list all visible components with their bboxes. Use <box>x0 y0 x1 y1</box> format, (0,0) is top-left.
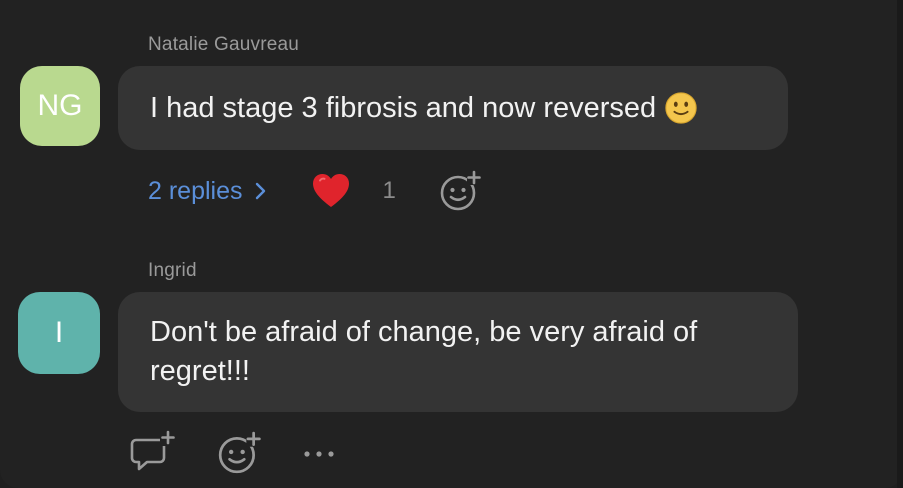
reaction-count: 1 <box>382 177 396 204</box>
avatar[interactable]: I <box>18 292 100 374</box>
message-text-line: regret!!! <box>150 355 250 387</box>
message-text: I had stage 3 fibrosis and now reversed <box>150 91 657 124</box>
message-bubble[interactable]: I had stage 3 fibrosis and now reversed <box>118 66 788 150</box>
more-options-icon[interactable] <box>302 446 336 462</box>
message-text-line: Don't be afraid of change, be very afrai… <box>150 316 698 348</box>
chevron-right-icon <box>255 182 265 200</box>
avatar-initials: NG <box>37 89 83 122</box>
avatar-initials: I <box>54 316 64 349</box>
heart-icon[interactable] <box>311 172 351 210</box>
sender-name: Ingrid <box>148 260 197 281</box>
message-bubble[interactable]: Don't be afraid of change, be very afrai… <box>118 292 798 412</box>
avatar[interactable]: NG <box>20 66 100 146</box>
replies-link[interactable]: 2 replies <box>148 177 267 206</box>
sender-name: Natalie Gauvreau <box>148 34 300 55</box>
slightly-smiling-face-icon <box>665 92 697 124</box>
message-reactions: 2 replies 1 <box>148 168 482 214</box>
scroll-edge <box>897 0 903 488</box>
add-reaction-icon[interactable] <box>438 169 482 213</box>
replies-label: 2 replies <box>148 176 243 205</box>
add-reaction-icon[interactable] <box>216 430 262 476</box>
reply-thread-icon[interactable] <box>130 430 176 474</box>
